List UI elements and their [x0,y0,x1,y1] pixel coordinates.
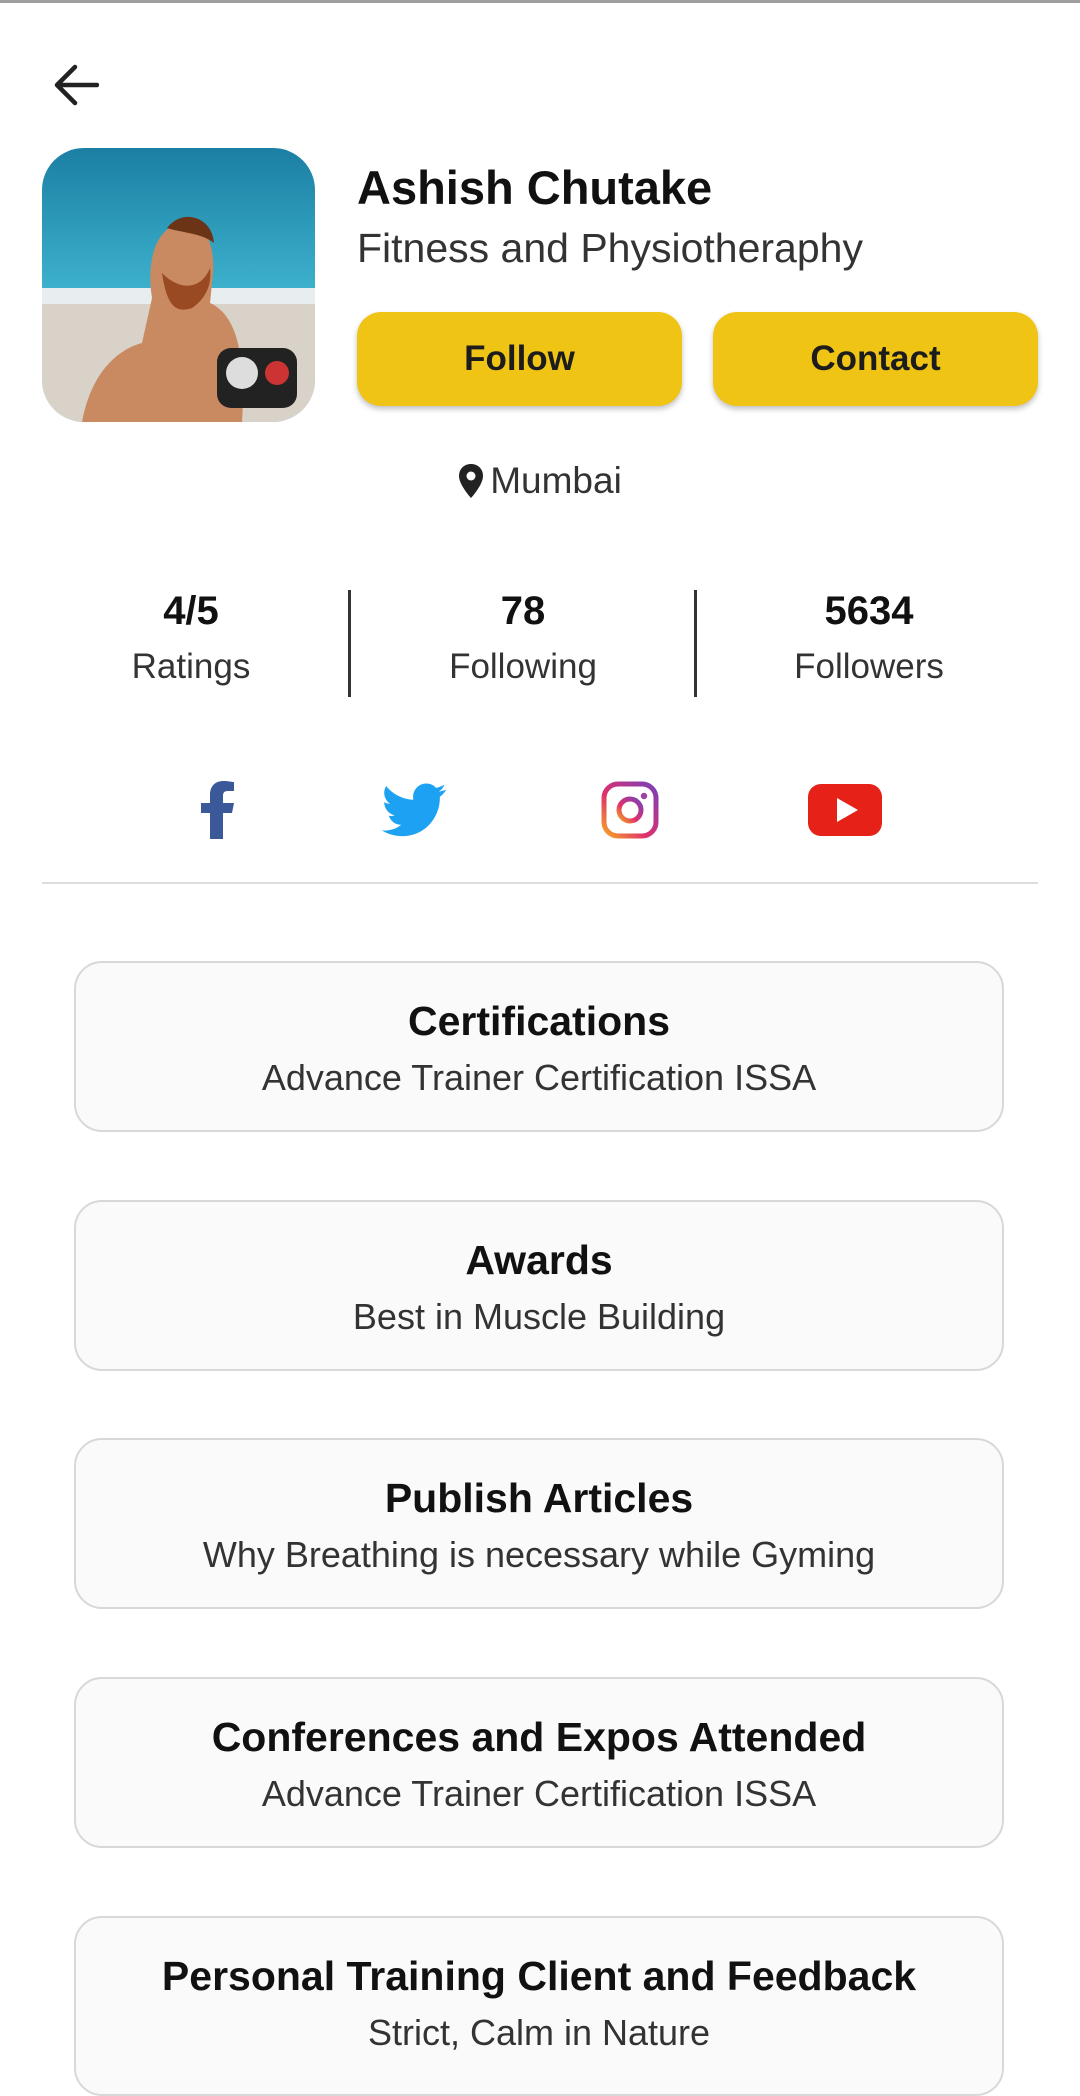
conferences-card[interactable]: Conferences and Expos Attended Advance T… [74,1677,1004,1848]
facebook-link[interactable] [187,775,247,845]
stat-value: 5634 [824,589,914,633]
card-value: Why Breathing is necessary while Gyming [202,1534,876,1575]
stat-followers[interactable]: 5634 Followers [729,585,1009,687]
stat-ratings[interactable]: 4/5 Ratings [51,585,331,687]
youtube-icon [808,784,882,836]
card-title: Certifications [408,998,670,1044]
instagram-icon [601,781,659,839]
twitter-link[interactable] [380,775,450,845]
back-arrow-icon [54,64,99,106]
stat-value: 78 [500,589,546,633]
location-text: Mumbai [490,460,622,501]
card-value: Advance Trainer Certification ISSA [261,1057,817,1098]
publish-articles-card[interactable]: Publish Articles Why Breathing is necess… [74,1438,1004,1609]
certifications-card[interactable]: Certifications Advance Trainer Certifica… [74,961,1004,1132]
back-button[interactable] [40,50,110,120]
card-value: Best in Muscle Building [352,1296,726,1337]
instagram-link[interactable] [595,775,665,845]
youtube-link[interactable] [800,775,890,845]
stat-value: 4/5 [163,589,219,633]
stat-following[interactable]: 78 Following [383,585,663,687]
stat-divider [348,590,351,697]
stat-divider [694,590,697,697]
card-title: Awards [465,1237,613,1283]
card-title: Conferences and Expos Attended [211,1714,867,1760]
follow-button[interactable]: Follow [357,312,682,406]
profile-avatar [42,148,315,422]
awards-card[interactable]: Awards Best in Muscle Building [74,1200,1004,1371]
top-divider [0,0,1080,3]
location-pin-icon [459,464,484,498]
training-feedback-card[interactable]: Personal Training Client and Feedback St… [74,1916,1004,2096]
profile-specialty: Fitness and Physiotheraphy [357,225,863,271]
contact-button[interactable]: Contact [713,312,1038,406]
section-divider [42,882,1038,884]
profile-name: Ashish Chutake [357,161,713,214]
card-title: Personal Training Client and Feedback [161,1953,917,1999]
card-title: Publish Articles [384,1475,694,1521]
twitter-icon [382,783,447,837]
facebook-icon [201,781,234,839]
stat-label: Followers [794,647,944,686]
stat-label: Ratings [131,647,251,686]
stat-label: Following [449,647,597,686]
card-value: Strict, Calm in Nature [367,2012,711,2053]
location: Mumbai [0,460,1080,502]
card-value: Advance Trainer Certification ISSA [261,1773,817,1814]
